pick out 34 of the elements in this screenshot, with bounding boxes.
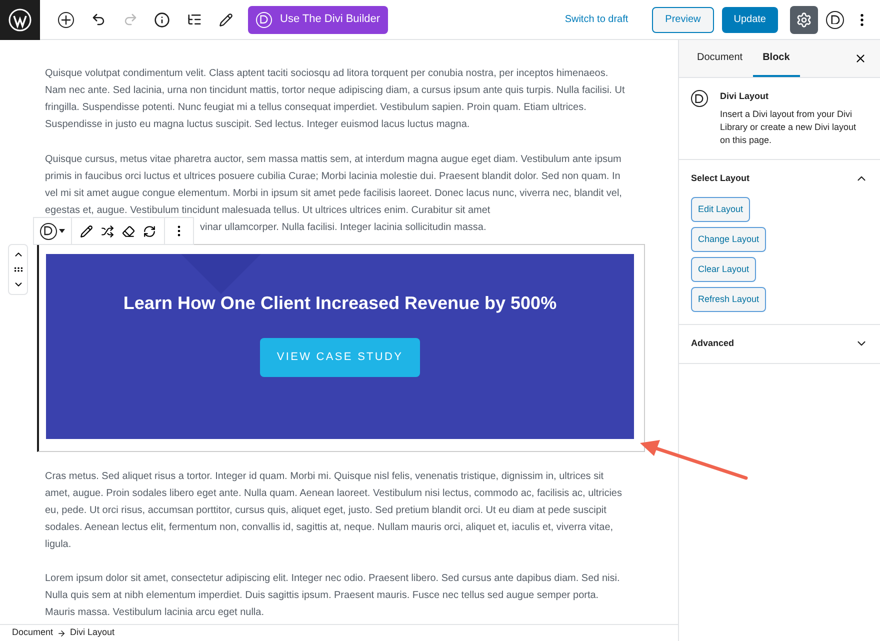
block-description: Insert a Divi layout from your Divi Library or create a new Divi layout on this page. bbox=[720, 108, 858, 146]
divi-icon bbox=[40, 222, 57, 240]
divi-logo-icon bbox=[691, 90, 708, 107]
swap-icon[interactable] bbox=[101, 224, 114, 238]
refresh-icon[interactable] bbox=[143, 224, 156, 238]
paragraph: Quisque volutpat condimentum velit. Class aptent taciti sociosqu ad litora torquent per conubia nostra, per inceptos himenaeos. Nam nec ante. Sed lacinia, urna non tincidunt mattis, tortor neque adipiscing diam, a cursus ipsum ante quis turpis. Nulla facilisi. Ut fringilla. Suspendisse potenti. Nunc feugiat mi a tellus consequat imperdiet. Vestibulum sapien. Proin quam. Etiam ultrices. Suspendisse in justo eu magna luctus suscipit. Sed lectus. Integer euismod lacus luctus magna. bbox=[45, 67, 626, 132]
breadcrumb-link[interactable]: Document bbox=[12, 626, 54, 640]
drag-handle-icon[interactable] bbox=[12, 264, 24, 275]
sidebar-tab[interactable]: Block bbox=[752, 40, 800, 77]
arrow-icon bbox=[57, 628, 66, 638]
paragraph: Lorem ipsum dolor sit amet, consectetur adipiscing elit. Integer nec odio. Praesent libero. Sed cursus ante dapibus diam. Sed nisi. Nulla quis sem at nibh elementum imperdiet. Duis sagittis ipsum. Praesent mauris. Fusce nec tellus sed augue semper porta. Mauris massa. Vestibulum lacinia arcu eget nulla. bbox=[45, 572, 621, 620]
settings-icon[interactable] bbox=[790, 6, 818, 34]
panel-header[interactable]: Select Layout bbox=[691, 172, 868, 185]
divi-builder-button[interactable]: Use The Divi Builder bbox=[248, 6, 388, 34]
divi-icon bbox=[256, 12, 272, 28]
divi-logo-icon bbox=[826, 10, 844, 28]
panel-header[interactable]: Advanced bbox=[691, 337, 868, 350]
edit-icon[interactable] bbox=[80, 224, 93, 238]
layout-button[interactable]: Edit Layout bbox=[691, 197, 750, 222]
layout-button[interactable]: Clear Layout bbox=[691, 257, 756, 282]
sidebar-tab[interactable]: Document bbox=[687, 40, 753, 77]
layout-button[interactable]: Refresh Layout bbox=[691, 287, 766, 312]
banner-heading: Learn How One Client Increased Revenue by 500% bbox=[122, 292, 558, 315]
preview-button[interactable]: Preview bbox=[652, 6, 714, 32]
paragraph: vinar ullamcorper. Nulla facilisi. Integer lacinia sollicitudin massa. bbox=[200, 221, 488, 235]
paragraph: Cras metus. Sed aliquet risus a tortor. Integer id quam. Morbi mi. Quisque nisl felis, venenatis tristique, dignissim in, ultrices sit amet, augue. Proin sodales libero eget ante. Nulla quam. Aenean laoreet. Vestibulum nisi lectus, commodo ac, facilisis ac, ultricies eu, pede. Ut orci risus, accumsan porttitor, cursus quis, aliquet eget, justo. Sed pretium blandit orci. Ut eu diam at pede suscipit sodales. Aenean lectus elit, fermentum non, convallis id, sagittis at, neque. Nullam mauris orci, aliquet et, iaculis et, viverra vitae, ligula. bbox=[45, 470, 623, 552]
block-title: Divi Layout bbox=[720, 90, 770, 103]
switch-to-draft-link[interactable]: Switch to draft bbox=[564, 12, 628, 27]
update-button[interactable]: Update bbox=[722, 6, 778, 32]
caret-icon bbox=[59, 229, 65, 233]
breadcrumb-link[interactable]: Divi Layout bbox=[70, 626, 115, 640]
layout-button[interactable]: Change Layout bbox=[691, 227, 766, 252]
wordpress-logo-icon[interactable] bbox=[0, 0, 40, 40]
eraser-icon[interactable] bbox=[122, 224, 135, 238]
